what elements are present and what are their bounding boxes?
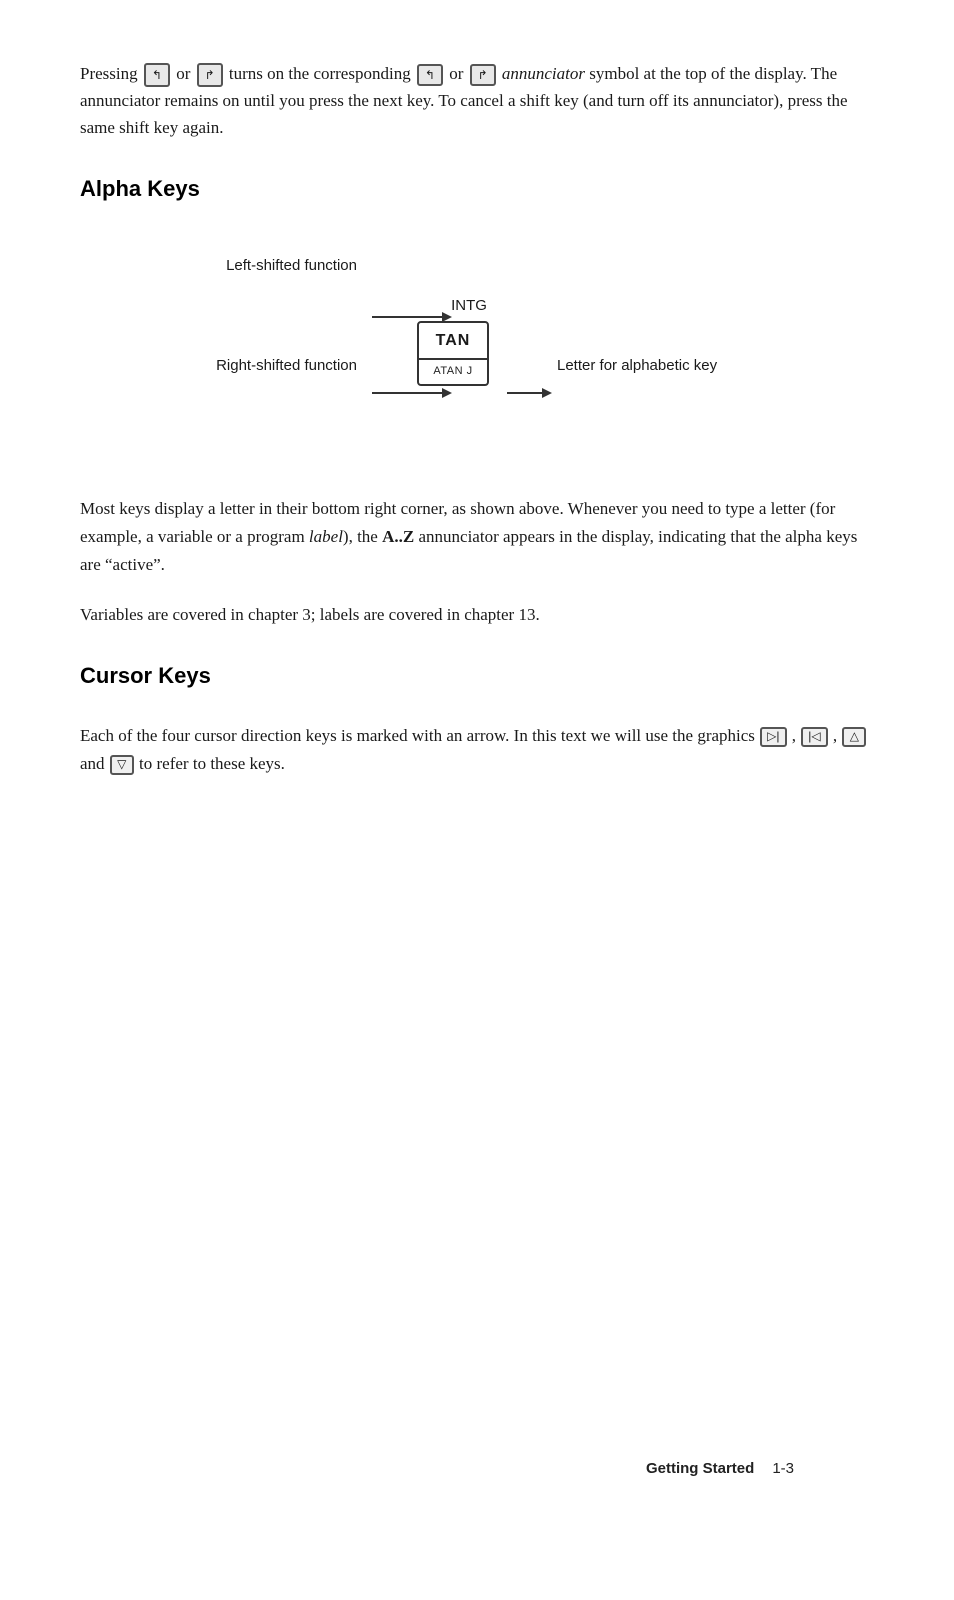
cursor-keys-heading: Cursor Keys [80,659,874,692]
tan-key: TAN ATAN J [417,321,489,386]
intro-paragraph: Pressing ↰ or ↱ turns on the correspondi… [80,60,874,142]
right-shifted-label: Right-shifted function [197,355,357,376]
cursor-comma2: , [833,726,842,745]
cursor-para-text1: Each of the four cursor direction keys i… [80,726,755,745]
annunciator-left-icon: ↰ [417,64,443,86]
diagram-container: Left-shifted function Right-shifted func… [80,245,874,455]
alpha-para1-italic: label [309,527,343,546]
alpha-para1-bold: A..Z [382,527,414,546]
letter-label: Letter for alphabetic key [557,355,737,376]
key-main-label: TAN [419,323,487,360]
key-diagram: Left-shifted function Right-shifted func… [197,245,757,455]
intro-turns-on: turns on the corresponding [229,64,411,83]
alpha-keys-para1: Most keys display a letter in their bott… [80,495,874,579]
key-bottom-label: ATAN J [419,360,487,384]
right-shift-key-icon: ↱ [197,63,223,87]
alpha-keys-para2: Variables are covered in chapter 3; labe… [80,601,874,629]
footer-page: 1-3 [772,1458,794,1481]
intro-or1: or [176,64,190,83]
alpha-para1-text2: ), the [343,527,378,546]
key-display: INTG TAN ATAN J [417,295,489,386]
cursor-keys-para: Each of the four cursor direction keys i… [80,722,874,778]
intro-text2: symbol at the top of the display. The an… [80,64,848,137]
cursor-key-up: △ [842,727,866,747]
cursor-para-text3: to refer to these keys. [139,754,285,773]
annunciator-word: annunciator [502,64,585,83]
intg-label: INTG [449,295,489,318]
cursor-key-down: ▽ [110,755,134,775]
cursor-comma1: , [792,726,801,745]
intro-pressing: Pressing [80,64,138,83]
footer-section: Getting Started [646,1458,754,1481]
cursor-and: and [80,754,105,773]
annunciator-right-icon: ↱ [470,64,496,86]
page-wrapper: Pressing ↰ or ↱ turns on the correspondi… [80,60,874,1540]
alpha-keys-heading: Alpha Keys [80,172,874,205]
left-shift-key-icon: ↰ [144,63,170,87]
left-shifted-label: Left-shifted function [197,255,357,276]
cursor-key-left: |◁ [801,727,827,747]
footer: Getting Started 1-3 [646,1458,794,1481]
cursor-key-right: ▷| [760,727,786,747]
intro-or2: or [449,64,463,83]
